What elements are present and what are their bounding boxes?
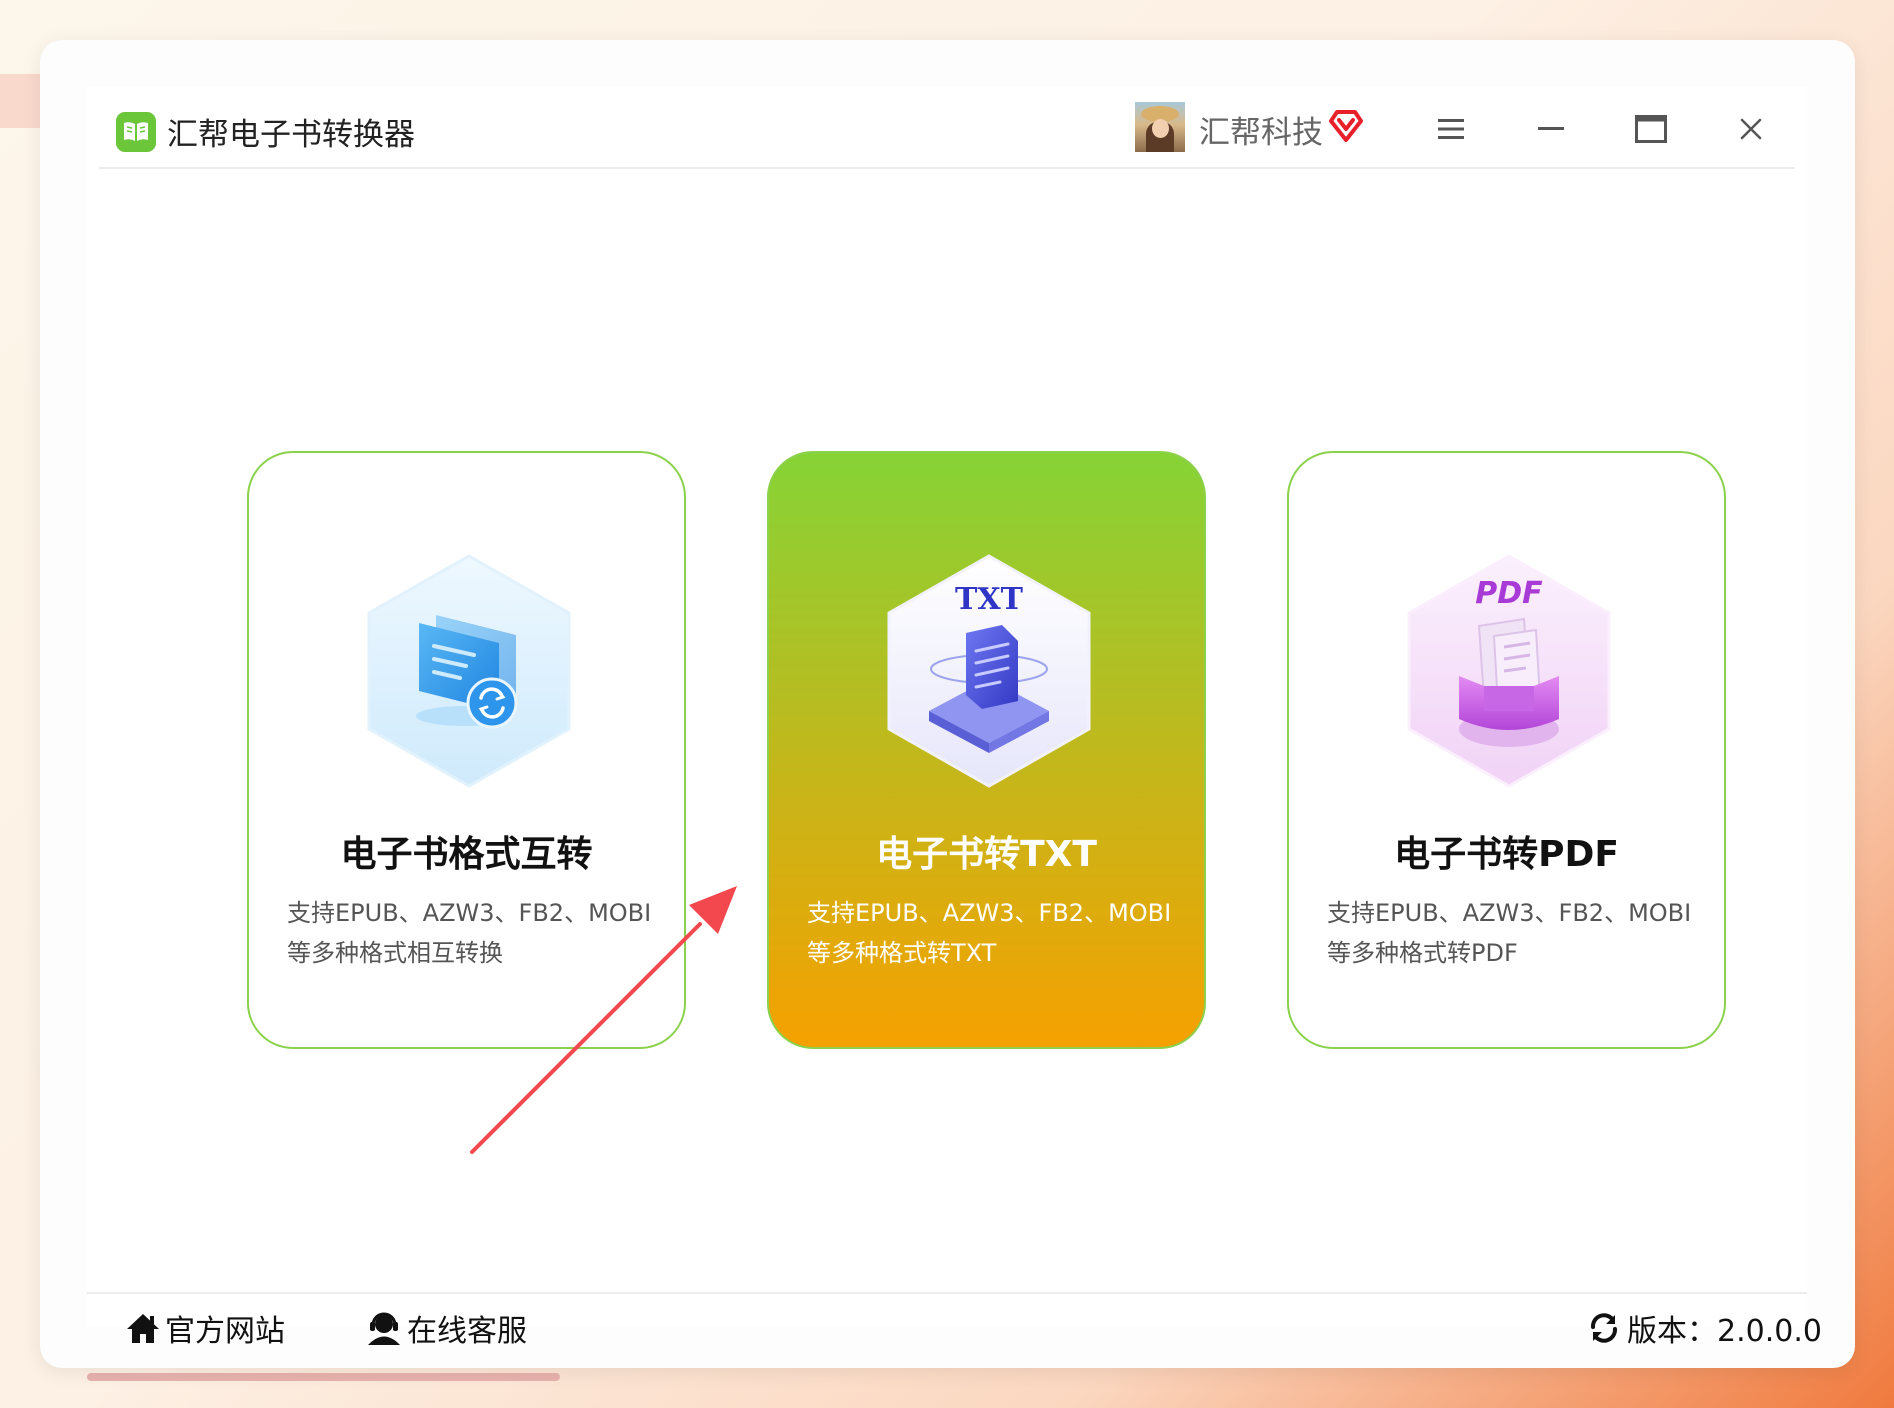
card-title: 电子书转PDF	[1394, 834, 1619, 875]
app-content: 汇帮电子书转换器 汇帮科技 电子书格式互转 支持EPUB、AZW3、FB2、MO…	[87, 87, 1822, 1349]
card-description: 支持EPUB、AZW3、FB2、MOBI 等多种格式转TXT	[807, 899, 1172, 967]
close-icon	[1740, 118, 1762, 140]
online-service-link[interactable]: 在线客服	[365, 1305, 527, 1351]
svg-text:TXT: TXT	[955, 582, 1024, 617]
txt-convert-icon: TXT	[887, 554, 1091, 788]
maximize-icon	[1635, 115, 1667, 143]
minimize-icon	[1538, 127, 1564, 130]
app-title: 汇帮电子书转换器	[167, 117, 415, 153]
minimize-button[interactable]	[1531, 109, 1571, 149]
home-icon	[127, 1314, 159, 1343]
menu-icon	[1438, 119, 1464, 139]
title-divider	[99, 167, 1795, 169]
app-window: 汇帮电子书转换器 汇帮科技 电子书格式互转 支持EPUB、AZW3、FB2、MO…	[40, 40, 1855, 1368]
menu-button[interactable]	[1431, 109, 1471, 149]
card-pdf-convert[interactable]: PDF 电子书转PDF 支持EPUB、AZW3、FB2、MOBI 等多种格式转P…	[1287, 451, 1726, 1049]
card-title: 电子书转TXT	[876, 834, 1097, 875]
user-avatar[interactable]	[1135, 102, 1185, 152]
card-txt-convert[interactable]: TXT 电子书转TXT 支持EPUB、AZW3、FB2、MOBI 等多种格式转T…	[767, 451, 1206, 1049]
vip-diamond-icon[interactable]	[1328, 107, 1364, 143]
refresh-icon	[1591, 1313, 1617, 1343]
svg-text:PDF: PDF	[1475, 576, 1543, 611]
app-logo-icon	[116, 112, 156, 152]
customer-service-icon	[368, 1312, 400, 1345]
title-bar: 汇帮电子书转换器 汇帮科技	[87, 87, 1807, 168]
pdf-convert-icon: PDF	[1407, 554, 1611, 788]
card-description: 支持EPUB、AZW3、FB2、MOBI 等多种格式相互转换	[287, 899, 652, 967]
card-format-convert[interactable]: 电子书格式互转 支持EPUB、AZW3、FB2、MOBI 等多种格式相互转换	[247, 451, 686, 1049]
official-website-link[interactable]: 官方网站	[125, 1305, 285, 1351]
close-button[interactable]	[1731, 109, 1771, 149]
card-description: 支持EPUB、AZW3、FB2、MOBI 等多种格式转PDF	[1327, 899, 1692, 967]
format-convert-icon	[367, 554, 571, 788]
card-title: 电子书格式互转	[340, 834, 593, 875]
background-scrollbar	[87, 1373, 560, 1381]
company-name[interactable]: 汇帮科技	[1199, 107, 1323, 152]
maximize-button[interactable]	[1631, 109, 1671, 149]
footer-divider	[87, 1292, 1807, 1294]
version-info: 版本：2.0.0.0	[1587, 1305, 1822, 1351]
